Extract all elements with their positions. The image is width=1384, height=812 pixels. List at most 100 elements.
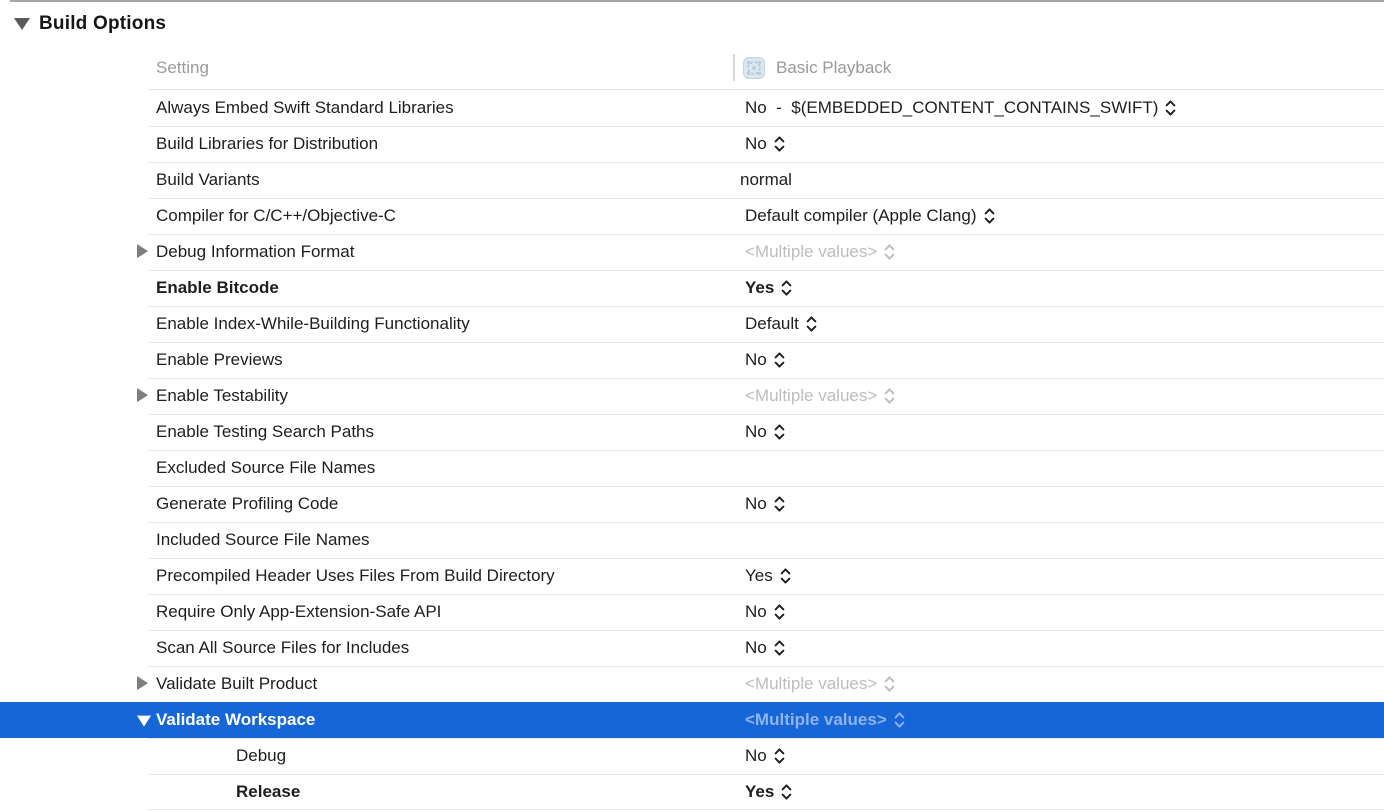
setting-value[interactable]: No - $(EMBEDDED_CONTENT_CONTAINS_SWIFT) bbox=[745, 90, 1176, 126]
setting-value[interactable]: Yes bbox=[745, 774, 792, 810]
setting-value[interactable]: No bbox=[745, 486, 785, 522]
table-row[interactable]: Enable Testing Search Paths No bbox=[0, 414, 1384, 450]
table-row[interactable]: Enable Testability <Multiple values> bbox=[0, 378, 1384, 414]
setting-value[interactable]: <Multiple values> bbox=[745, 702, 905, 738]
table-row[interactable]: Enable Bitcode Yes bbox=[0, 270, 1384, 306]
setting-value-text[interactable]: Default compiler (Apple Clang) bbox=[745, 206, 977, 226]
setting-value-text[interactable]: <Multiple values> bbox=[745, 386, 877, 406]
setting-value-text[interactable]: No bbox=[745, 134, 767, 154]
setting-value[interactable]: No bbox=[745, 414, 785, 450]
table-row[interactable]: Precompiled Header Uses Files From Build… bbox=[0, 558, 1384, 594]
stepper-icon[interactable] bbox=[781, 784, 792, 800]
table-row[interactable]: Require Only App-Extension-Safe API No bbox=[0, 594, 1384, 630]
column-header-target[interactable]: Basic Playback bbox=[776, 46, 891, 90]
disclosure-collapsed-icon[interactable] bbox=[137, 388, 148, 402]
disclosure-collapsed-icon[interactable] bbox=[137, 244, 148, 258]
setting-value[interactable]: <Multiple values> bbox=[745, 666, 895, 702]
setting-value-text[interactable]: Yes bbox=[745, 278, 774, 298]
setting-value[interactable]: <Multiple values> bbox=[745, 234, 895, 270]
setting-value[interactable]: No bbox=[745, 342, 785, 378]
setting-label: Enable Index-While-Building Functionalit… bbox=[156, 306, 470, 342]
stepper-icon[interactable] bbox=[884, 388, 895, 404]
setting-label: Validate Built Product bbox=[156, 666, 317, 702]
setting-value-text[interactable]: <Multiple values> bbox=[745, 674, 877, 694]
column-header-setting: Setting bbox=[156, 46, 209, 90]
table-row[interactable]: Release Yes bbox=[0, 774, 1384, 810]
setting-label: Release bbox=[236, 774, 300, 810]
setting-value-text[interactable]: No bbox=[745, 422, 767, 442]
stepper-icon[interactable] bbox=[774, 604, 785, 620]
setting-value-text[interactable]: No bbox=[745, 638, 767, 658]
setting-value-text[interactable]: No - $(EMBEDDED_CONTENT_CONTAINS_SWIFT) bbox=[745, 98, 1158, 118]
stepper-icon[interactable] bbox=[1165, 100, 1176, 116]
setting-value-text[interactable]: <Multiple values> bbox=[745, 242, 877, 262]
setting-label: Enable Bitcode bbox=[156, 270, 279, 306]
stepper-icon[interactable] bbox=[781, 280, 792, 296]
table-row[interactable]: Debug No bbox=[0, 738, 1384, 774]
setting-value[interactable]: normal bbox=[740, 162, 792, 198]
stepper-icon[interactable] bbox=[774, 136, 785, 152]
stepper-icon[interactable] bbox=[774, 352, 785, 368]
disclosure-collapsed-icon[interactable] bbox=[137, 676, 148, 690]
build-settings-pane: { "section": { "title": "Build Options" … bbox=[0, 0, 1384, 812]
setting-value[interactable]: No bbox=[745, 126, 785, 162]
setting-value-text[interactable]: No bbox=[745, 746, 767, 766]
setting-label: Enable Testability bbox=[156, 378, 288, 414]
setting-value-text[interactable]: Yes bbox=[745, 782, 774, 802]
disclosure-expanded-icon[interactable] bbox=[14, 18, 30, 30]
table-row[interactable]: Compiler for C/C++/Objective-C Default c… bbox=[0, 198, 1384, 234]
stepper-icon[interactable] bbox=[894, 712, 905, 728]
setting-label: Included Source File Names bbox=[156, 522, 370, 558]
setting-value-text[interactable]: Default bbox=[745, 314, 799, 334]
table-row[interactable]: Build Libraries for Distribution No bbox=[0, 126, 1384, 162]
table-column-header: Setting Basic Playback bbox=[0, 46, 1384, 90]
setting-value[interactable]: Yes bbox=[745, 558, 791, 594]
stepper-icon[interactable] bbox=[984, 208, 995, 224]
setting-value-text[interactable]: No bbox=[745, 494, 767, 514]
stepper-icon[interactable] bbox=[774, 424, 785, 440]
stepper-icon[interactable] bbox=[780, 568, 791, 584]
stepper-icon[interactable] bbox=[774, 496, 785, 512]
table-row[interactable]: Included Source File Names bbox=[0, 522, 1384, 558]
setting-label: Enable Previews bbox=[156, 342, 283, 378]
setting-label: Build Variants bbox=[156, 162, 260, 198]
setting-value-text[interactable]: normal bbox=[740, 170, 792, 190]
table-row[interactable]: Debug Information Format <Multiple value… bbox=[0, 234, 1384, 270]
section-header-build-options[interactable]: Build Options bbox=[0, 2, 1384, 46]
setting-value[interactable]: Default compiler (Apple Clang) bbox=[745, 198, 995, 234]
table-row[interactable]: Excluded Source File Names bbox=[0, 450, 1384, 486]
setting-value[interactable]: No bbox=[745, 630, 785, 666]
setting-label: Validate Workspace bbox=[156, 702, 315, 738]
setting-label: Require Only App-Extension-Safe API bbox=[156, 594, 441, 630]
section-title: Build Options bbox=[39, 13, 166, 35]
setting-label: Enable Testing Search Paths bbox=[156, 414, 374, 450]
setting-label: Generate Profiling Code bbox=[156, 486, 338, 522]
table-row[interactable]: Validate Built Product <Multiple values> bbox=[0, 666, 1384, 702]
target-app-icon bbox=[743, 57, 765, 79]
table-row[interactable]: Build Variants normal bbox=[0, 162, 1384, 198]
setting-value[interactable]: <Multiple values> bbox=[745, 378, 895, 414]
setting-value[interactable]: No bbox=[745, 738, 785, 774]
disclosure-expanded-icon[interactable] bbox=[137, 716, 151, 727]
stepper-icon[interactable] bbox=[774, 640, 785, 656]
stepper-icon[interactable] bbox=[884, 244, 895, 260]
settings-rows: Always Embed Swift Standard Libraries No… bbox=[0, 90, 1384, 810]
setting-label: Build Libraries for Distribution bbox=[156, 126, 378, 162]
stepper-icon[interactable] bbox=[774, 748, 785, 764]
table-row[interactable]: Enable Previews No bbox=[0, 342, 1384, 378]
stepper-icon[interactable] bbox=[806, 316, 817, 332]
setting-value[interactable]: Default bbox=[745, 306, 817, 342]
setting-value-text[interactable]: No bbox=[745, 350, 767, 370]
table-row[interactable]: Always Embed Swift Standard Libraries No… bbox=[0, 90, 1384, 126]
setting-label: Scan All Source Files for Includes bbox=[156, 630, 409, 666]
setting-value[interactable]: No bbox=[745, 594, 785, 630]
table-row[interactable]: Enable Index-While-Building Functionalit… bbox=[0, 306, 1384, 342]
setting-value-text[interactable]: No bbox=[745, 602, 767, 622]
table-row[interactable]: Validate Workspace <Multiple values> bbox=[0, 702, 1384, 738]
setting-value-text[interactable]: Yes bbox=[745, 566, 773, 586]
stepper-icon[interactable] bbox=[884, 676, 895, 692]
table-row[interactable]: Generate Profiling Code No bbox=[0, 486, 1384, 522]
setting-value-text[interactable]: <Multiple values> bbox=[745, 710, 887, 730]
setting-value[interactable]: Yes bbox=[745, 270, 792, 306]
table-row[interactable]: Scan All Source Files for Includes No bbox=[0, 630, 1384, 666]
